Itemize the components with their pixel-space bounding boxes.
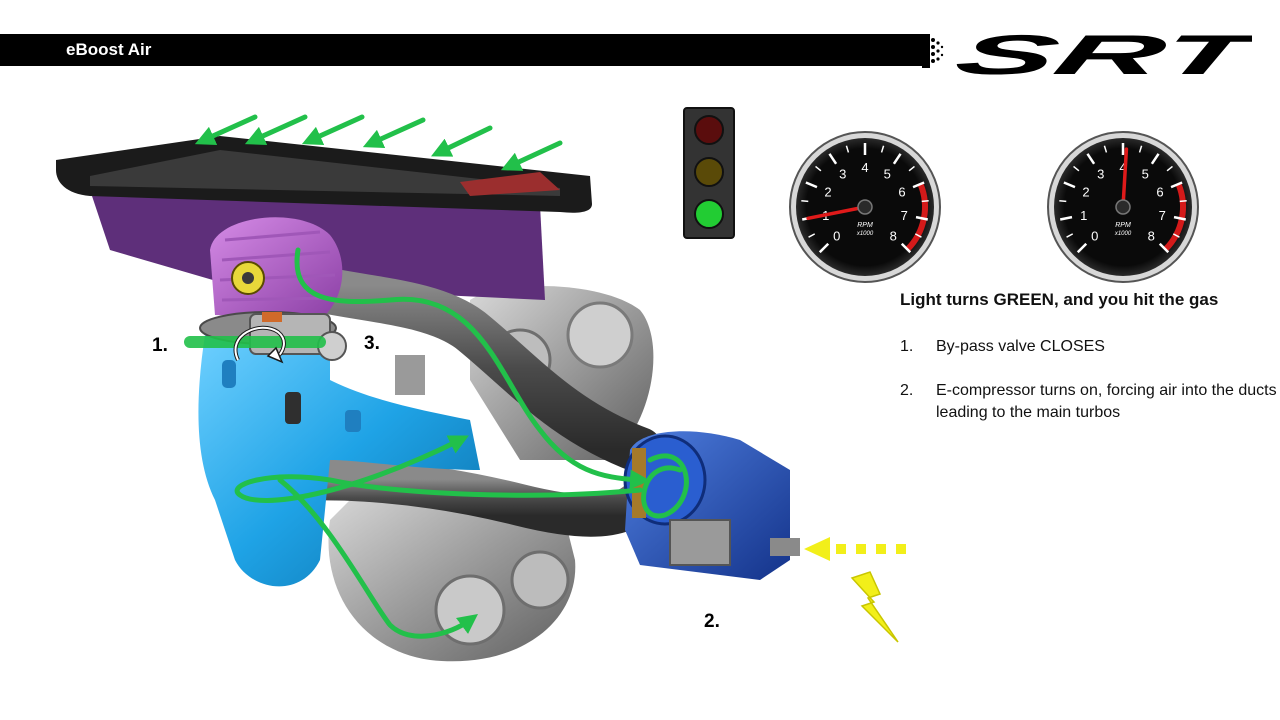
callout-2-label: 2.	[704, 611, 720, 632]
tach-unit: x1000	[1114, 231, 1132, 237]
lightning-bolt-icon	[850, 571, 899, 643]
traffic-light	[683, 107, 735, 239]
tach-tick-label: 7	[1159, 208, 1166, 223]
tach-tick-label: 1	[1080, 208, 1087, 223]
step-text: E-compressor turns on, forcing air into …	[936, 382, 1277, 421]
step-text: By-pass valve CLOSES	[936, 338, 1105, 355]
traffic-light-green	[694, 199, 724, 229]
tach-tick-label: 0	[1091, 228, 1098, 243]
tach-tick-label: 4	[861, 160, 868, 175]
tach-hub	[1115, 199, 1131, 215]
tach-tick-label: 8	[890, 228, 897, 243]
tachometer-right: 0123 4 5678RPMx1000	[1047, 131, 1199, 283]
tach-tick-label: 2	[824, 185, 831, 200]
tach-tick-label: 5	[884, 167, 891, 182]
step-item: 1. By-pass valve CLOSES	[900, 336, 1280, 360]
engine-diagram: 1. 2. 3. 012345678RPMx1000 012345678RPMx…	[56, 107, 1199, 662]
traffic-light-amber	[694, 157, 724, 187]
tach-hub	[857, 199, 873, 215]
tach-tick-label: 3	[1097, 167, 1104, 182]
tach-tick	[1179, 199, 1187, 203]
tach-tick	[1059, 199, 1067, 203]
tach-tick-label: 0	[833, 228, 840, 243]
tach-tick-label: 6	[898, 185, 905, 200]
tach-tick-label: 2	[1082, 185, 1089, 200]
tach-tick-label: 7	[901, 208, 908, 223]
step-number: 1.	[900, 338, 914, 355]
tach-tick	[921, 199, 929, 203]
step-number: 2.	[900, 382, 914, 399]
tach-tick-label: 5	[1142, 167, 1149, 182]
headline: Light turns GREEN, and you hit the gas	[900, 290, 1219, 309]
tach-tick-label: 8	[1148, 228, 1155, 243]
tach-tick-label: 6	[1156, 185, 1163, 200]
tach-tick	[801, 199, 809, 203]
traffic-light-red	[694, 115, 724, 145]
tachometer-left: 012345678RPMx1000	[789, 131, 941, 283]
tach-tick-label: 3	[839, 167, 846, 182]
step-item: 2. E-compressor turns on, forcing air in…	[900, 380, 1280, 430]
e-compressor	[623, 431, 800, 580]
tach-label: RPM	[857, 222, 873, 229]
callout-1-label: 1.	[152, 335, 168, 356]
tach-label: RPM	[1115, 222, 1131, 229]
callout-3-label: 3.	[364, 333, 380, 354]
tach-unit: x1000	[856, 231, 874, 237]
electric-input	[804, 537, 906, 643]
intake-bell	[210, 217, 343, 320]
